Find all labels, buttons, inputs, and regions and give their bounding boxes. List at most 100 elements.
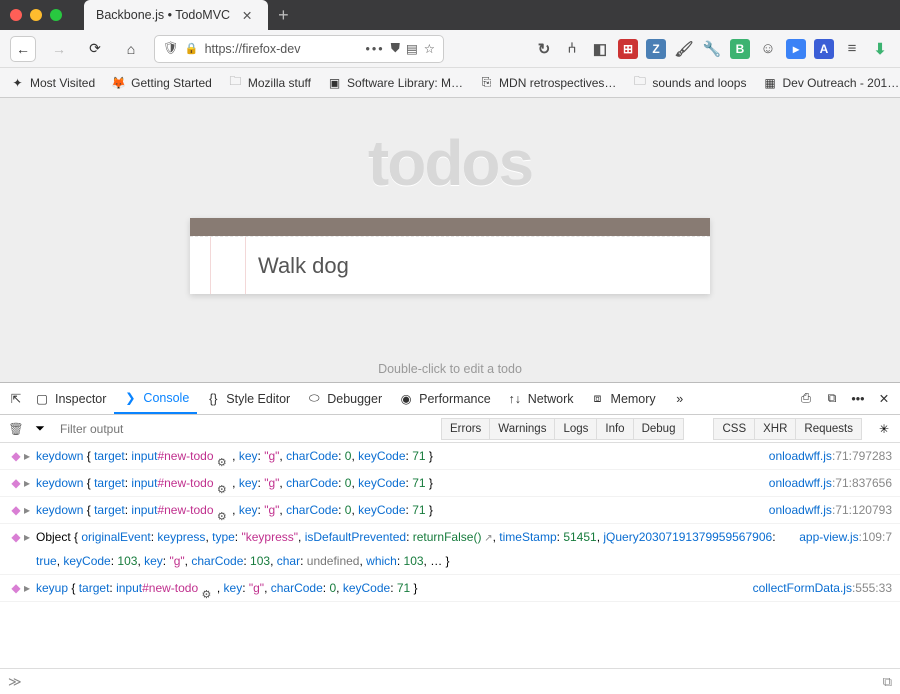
ext-b[interactable]: B: [730, 39, 750, 59]
minimize-window-button[interactable]: [30, 9, 42, 21]
console-row[interactable]: ◆ ▸ keydown { target: input#new-todo , k…: [0, 470, 900, 497]
devtools-tab-style-editor[interactable]: {}Style Editor: [197, 383, 298, 414]
star-icon[interactable]: ☆: [424, 41, 435, 56]
console-row[interactable]: ◆ ▸ keyup { target: input#new-todo , key…: [0, 575, 900, 602]
filter-requests[interactable]: Requests: [795, 418, 862, 440]
toolbar-extensions: ↻ ⑃ ◧ ⊞ Z 🖌 🔧 B ☺ ▸ A ≡ ⬇: [534, 39, 890, 59]
devtools-close-button[interactable]: ✕: [876, 391, 892, 407]
devtools-tab-inspector[interactable]: ▢Inspector: [26, 383, 114, 414]
window-titlebar: Backbone.js • TodoMVC ✕ +: [0, 0, 900, 30]
filter-xhr[interactable]: XHR: [754, 418, 796, 440]
menu-icon[interactable]: ≡: [842, 39, 862, 59]
clear-console-button[interactable]: 🗑: [8, 421, 24, 437]
more-tools-icon[interactable]: »: [672, 391, 688, 407]
console-input-row[interactable]: ≫ ⧉: [0, 668, 900, 694]
tab-label: Performance: [419, 392, 491, 406]
new-todo-row: [190, 236, 710, 294]
filter-logs[interactable]: Logs: [554, 418, 597, 440]
screenshot-icon[interactable]: ⎙: [798, 391, 814, 407]
bookmark-item[interactable]: ✦Most Visited: [10, 75, 95, 90]
url-text: https://firefox-dev: [205, 42, 301, 56]
console-row[interactable]: ◆ ▸ keydown { target: input#new-todo , k…: [0, 497, 900, 524]
filter-funnel-icon: ⏷: [32, 421, 48, 437]
filter-errors[interactable]: Errors: [441, 418, 490, 440]
new-tab-button[interactable]: +: [278, 5, 289, 26]
expand-arrow-icon[interactable]: ▸: [24, 577, 36, 599]
account-icon[interactable]: ☺: [758, 39, 778, 59]
devtools-tab-memory[interactable]: ⧈Memory: [582, 383, 664, 414]
split-console-icon[interactable]: ⧉: [883, 674, 892, 690]
bookmark-item[interactable]: 🦊Getting Started: [111, 75, 212, 90]
console-filter-bar: 🗑 ⏷ ErrorsWarningsLogsInfoDebug CSSXHRRe…: [0, 415, 900, 443]
reader-icon[interactable]: ▤: [406, 41, 418, 56]
devtools-tab-console[interactable]: ❯Console: [114, 383, 197, 414]
devtools-menu-icon[interactable]: •••: [850, 391, 866, 407]
new-todo-input[interactable]: [246, 253, 710, 279]
ext-video-icon[interactable]: ▸: [786, 39, 806, 59]
url-bar[interactable]: 🛡 🔒 https://firefox-dev ••• ⛊ ▤ ☆: [154, 35, 444, 63]
bookmark-label: sounds and loops: [652, 76, 746, 90]
ext-badge-red[interactable]: ⊞: [618, 39, 638, 59]
pocket-icon[interactable]: ⛊: [391, 41, 400, 56]
maximize-window-button[interactable]: [50, 9, 62, 21]
expand-arrow-icon[interactable]: ▸: [24, 526, 36, 572]
filter-debug[interactable]: Debug: [633, 418, 685, 440]
wrench-icon[interactable]: 🔧: [702, 39, 722, 59]
devtools-tab-performance[interactable]: ◉Performance: [390, 383, 499, 414]
library-icon[interactable]: ⑃: [562, 39, 582, 59]
bookmark-label: Most Visited: [30, 76, 95, 90]
reload-button[interactable]: ⟳: [82, 36, 108, 62]
log-message: keydown { target: input#new-todo , key: …: [36, 499, 759, 521]
page-actions-icon[interactable]: •••: [365, 42, 384, 56]
ext-a[interactable]: A: [814, 39, 834, 59]
filter-css[interactable]: CSS: [713, 418, 755, 440]
home-button[interactable]: ⌂: [118, 36, 144, 62]
log-source-location[interactable]: app-view.js:109:7: [789, 526, 892, 572]
console-settings-icon[interactable]: ✳: [876, 421, 892, 437]
bookmark-item[interactable]: ▣Software Library: M…: [327, 75, 463, 90]
bookmark-item[interactable]: 🗀Mozilla stuff: [228, 75, 311, 90]
download-icon[interactable]: ⬇: [870, 39, 890, 59]
expand-arrow-icon[interactable]: ▸: [24, 499, 36, 521]
tab-label: Debugger: [327, 392, 382, 406]
filter-info[interactable]: Info: [596, 418, 633, 440]
browser-tab[interactable]: Backbone.js • TodoMVC ✕: [84, 0, 268, 30]
expand-arrow-icon[interactable]: ▸: [24, 472, 36, 494]
expand-arrow-icon[interactable]: ▸: [24, 445, 36, 467]
element-picker-icon[interactable]: ⇱: [8, 391, 24, 407]
tab-label: Network: [528, 392, 574, 406]
log-source-location[interactable]: onloadwff.js:71:797283: [759, 445, 892, 467]
back-button[interactable]: ←: [10, 36, 36, 62]
console-row[interactable]: ◆ ▸ Object { originalEvent: keypress, ty…: [0, 524, 900, 575]
nav-toolbar: ← → ⟳ ⌂ 🛡 🔒 https://firefox-dev ••• ⛊ ▤ …: [0, 30, 900, 68]
log-source-location[interactable]: collectFormData.js:555:33: [743, 577, 892, 599]
devtools-tab-network[interactable]: ↑↓Network: [499, 383, 582, 414]
sidebar-icon[interactable]: ◧: [590, 39, 610, 59]
tab-icon: ⬭: [306, 391, 322, 407]
filter-warnings[interactable]: Warnings: [489, 418, 555, 440]
tab-icon: {}: [205, 391, 221, 407]
bookmark-item[interactable]: ▦Dev Outreach - 201…: [762, 75, 899, 90]
ext-z[interactable]: Z: [646, 39, 666, 59]
responsive-mode-icon[interactable]: ⧉: [824, 391, 840, 407]
bookmark-label: Dev Outreach - 201…: [782, 76, 899, 90]
bookmark-item[interactable]: ⎘MDN retrospectives…: [479, 75, 616, 90]
console-filter-input[interactable]: [56, 422, 215, 436]
bookmark-item[interactable]: 🗀sounds and loops: [632, 75, 746, 90]
edit-hint: Double-click to edit a todo: [0, 362, 900, 376]
console-output[interactable]: ◆ ▸ keydown { target: input#new-todo , k…: [0, 443, 900, 668]
tab-label: Inspector: [55, 392, 106, 406]
ext-paint-icon[interactable]: 🖌: [674, 39, 694, 59]
log-type-badge: ◆: [8, 499, 24, 521]
tab-close-button[interactable]: ✕: [240, 8, 254, 23]
folder-icon: 🗀: [228, 75, 243, 90]
close-window-button[interactable]: [10, 9, 22, 21]
bookmark-label: Getting Started: [131, 76, 212, 90]
log-source-location[interactable]: onloadwff.js:71:837656: [759, 472, 892, 494]
devtools-tab-debugger[interactable]: ⬭ Debugger: [298, 383, 390, 414]
history-icon[interactable]: ↻: [534, 39, 554, 59]
log-type-badge: ◆: [8, 472, 24, 494]
log-source-location[interactable]: onloadwff.js:71:120793: [759, 499, 892, 521]
console-row[interactable]: ◆ ▸ keydown { target: input#new-todo , k…: [0, 443, 900, 470]
log-message: Object { originalEvent: keypress, type: …: [36, 526, 789, 572]
